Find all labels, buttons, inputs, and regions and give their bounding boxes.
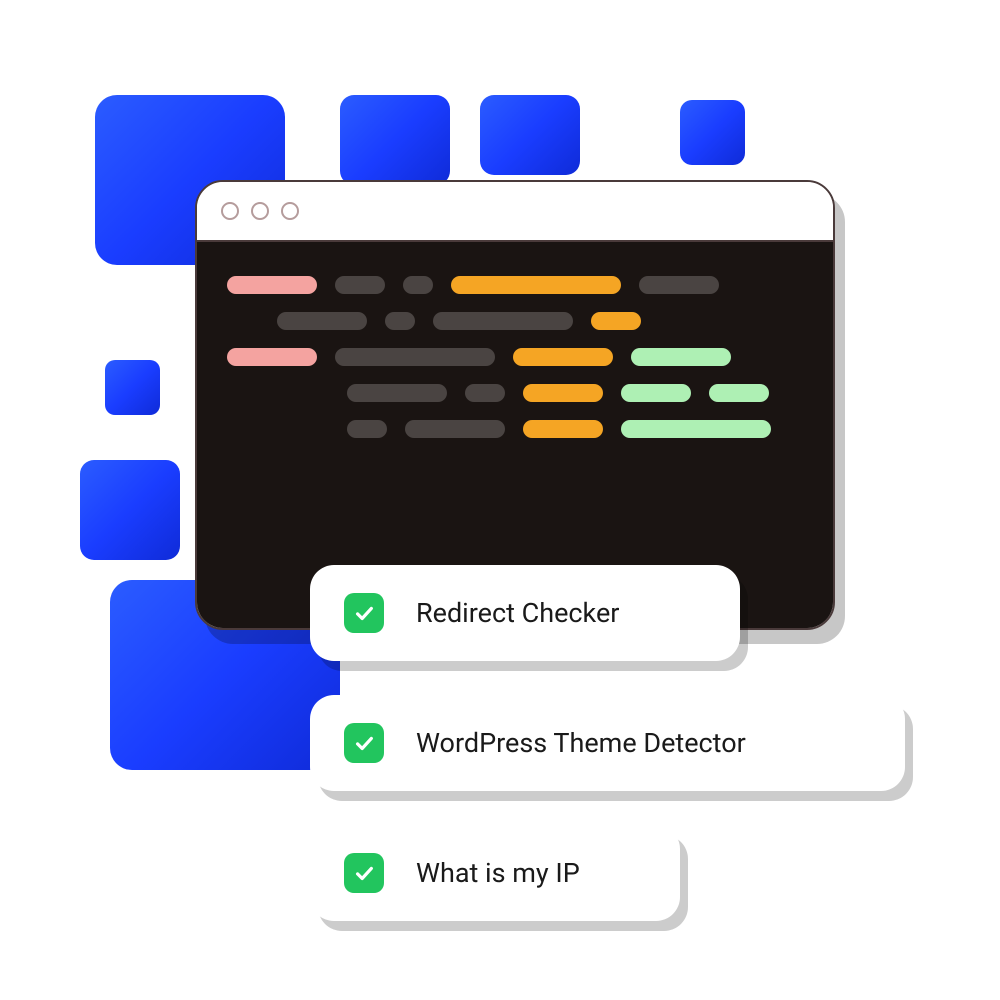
decorative-square [480,95,580,175]
feature-card-wordpress-theme-detector[interactable]: WordPress Theme Detector [310,695,905,791]
feature-card-what-is-my-ip[interactable]: What is my IP [310,825,680,921]
feature-label: What is my IP [416,857,580,889]
check-icon [344,853,384,893]
feature-card-redirect-checker[interactable]: Redirect Checker [310,565,740,661]
feature-label: WordPress Theme Detector [416,727,746,759]
window-dot-icon [251,202,269,220]
decorative-square [80,460,180,560]
check-icon [344,593,384,633]
decorative-square [680,100,745,165]
window-titlebar [197,182,833,242]
check-icon [344,723,384,763]
window-dot-icon [281,202,299,220]
window-dot-icon [221,202,239,220]
decorative-square [105,360,160,415]
code-window [195,180,835,630]
decorative-square [340,95,450,185]
feature-label: Redirect Checker [416,597,619,629]
